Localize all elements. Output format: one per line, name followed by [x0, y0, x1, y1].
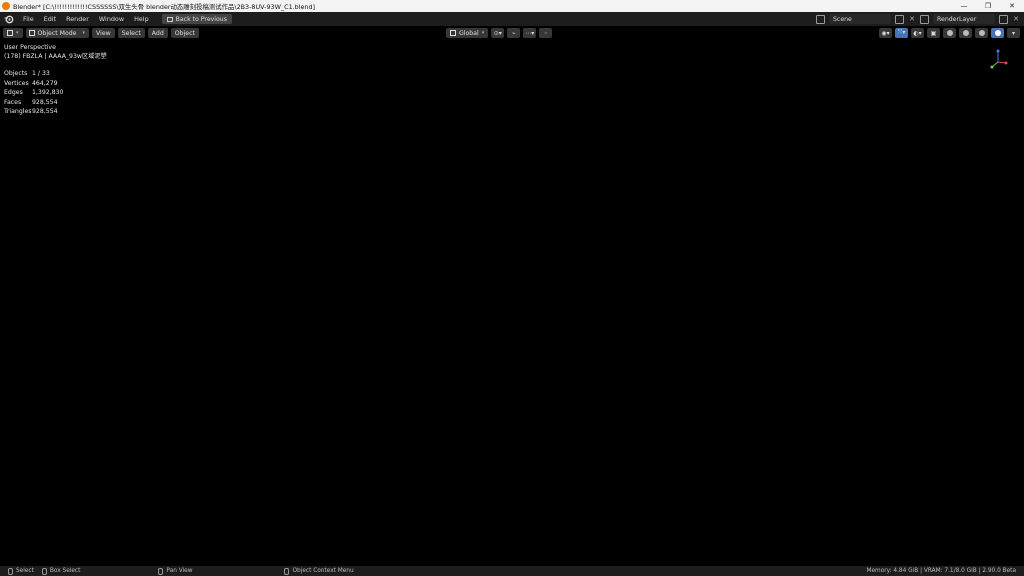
view-name: User Perspective — [4, 44, 56, 51]
viewport-display-tools: ◉▾ ⤧▾ ◐▾ ▣ ▾ — [879, 28, 1020, 38]
stat-value: 928,554 — [32, 108, 58, 115]
top-menu-bar: File Edit Render Window Help Back to Pre… — [0, 12, 1024, 26]
blender-app-icon — [2, 2, 10, 10]
mouse-drag-icon — [41, 567, 47, 575]
view-layer-field[interactable]: RenderLayer — [933, 14, 995, 24]
stat-row: Objects 1 / 33 — [4, 69, 64, 79]
stat-label: Triangles — [4, 108, 32, 115]
menu-view[interactable]: View — [92, 28, 115, 38]
hint-box-select-label: Box Select — [49, 568, 81, 574]
stat-row: Triangles 928,554 — [4, 107, 64, 117]
object-mode-dropdown[interactable]: Object Mode ▾ — [25, 28, 90, 38]
hint-context-menu: Object Context Menu — [284, 567, 354, 575]
stat-value: 928,554 — [32, 98, 58, 106]
stat-row: Vertices 464,279 — [4, 79, 64, 89]
menu-file[interactable]: File — [18, 12, 39, 26]
navigation-gizmo-icon[interactable] — [986, 48, 1010, 72]
3d-viewport[interactable] — [0, 26, 1024, 566]
hint-select: Select — [8, 567, 34, 575]
shading-options-dropdown[interactable]: ▾ — [1007, 28, 1020, 38]
material-shading-icon — [978, 30, 985, 36]
view-layer-icon[interactable] — [920, 14, 929, 24]
stat-row: Edges 1,392,830 — [4, 88, 64, 98]
shading-material-button[interactable] — [975, 28, 988, 38]
chevron-down-icon: ▾ — [481, 30, 485, 36]
maximize-button[interactable]: ❐ — [976, 0, 1000, 12]
scene-field[interactable]: Scene — [829, 14, 891, 24]
mouse-middle-icon — [158, 567, 164, 575]
shading-solid-button[interactable] — [959, 28, 972, 38]
chevron-down-icon: ▾ — [16, 30, 19, 36]
menu-select[interactable]: Select — [117, 28, 145, 38]
scene-selector-group: Scene ✕ RenderLayer ✕ — [816, 14, 1020, 24]
active-object-info: (178) FBZLA | AAAA_93w区域泥塑 — [4, 52, 107, 60]
remove-scene-icon[interactable]: ✕ — [908, 15, 916, 23]
viewport-header: ▾ Object Mode ▾ View Select Add Object G… — [0, 26, 1024, 40]
scene-statistics: Objects 1 / 33 Vertices 464,279 Edges 1,392… — [4, 69, 64, 117]
menu-edit[interactable]: Edit — [39, 12, 61, 26]
pivot-point-dropdown[interactable]: ⊙▾ — [491, 28, 505, 38]
copy-scene-icon[interactable] — [895, 14, 904, 24]
stat-label: Faces — [4, 98, 22, 106]
menu-object[interactable]: Object — [170, 28, 199, 38]
proportional-editing-toggle[interactable]: ◦ — [539, 28, 553, 38]
stat-value: 1 / 33 — [32, 70, 50, 77]
scene-icon[interactable] — [816, 14, 825, 24]
stat-value: 464,279 — [32, 79, 58, 87]
back-to-previous-label: Back to Previous — [175, 15, 227, 23]
window-titlebar: Blender* [C:\!!!!!!!!!!!!!CSSSSSS\双生头骨 b… — [0, 0, 1024, 12]
stat-label: Vertices — [4, 79, 29, 87]
object-mode-icon — [28, 30, 35, 36]
minimize-button[interactable]: — — [952, 0, 976, 12]
screen-icon — [166, 16, 173, 22]
wireframe-shading-icon — [946, 30, 953, 36]
status-bar: Select Box Select Pan View Object Contex… — [0, 566, 1024, 576]
orientation-icon — [450, 30, 456, 36]
stat-row: Faces 928,554 — [4, 98, 64, 108]
transform-tools: Global ▾ ⊙▾ ⌁ ⋯▾ ◦ — [446, 28, 553, 38]
back-to-previous-button[interactable]: Back to Previous — [161, 14, 232, 24]
stat-label: Objects — [4, 70, 28, 77]
shading-wireframe-button[interactable] — [943, 28, 956, 38]
menu-window[interactable]: Window — [94, 12, 129, 26]
sculpt-render — [40, 33, 908, 566]
mouse-left-icon — [8, 567, 13, 575]
menu-help[interactable]: Help — [129, 12, 154, 26]
hint-pan-view: Pan View — [158, 567, 193, 575]
editor-type-button[interactable]: ▾ — [3, 28, 23, 38]
remove-layer-icon[interactable]: ✕ — [1012, 15, 1020, 23]
snapping-dropdown[interactable]: ⋯▾ — [523, 28, 537, 38]
memory-info: Memory: 4.84 GiB | VRAM: 7.1/8.0 GiB | 2… — [866, 568, 1016, 574]
transform-orientation-dropdown[interactable]: Global ▾ — [446, 28, 489, 38]
mouse-right-icon — [284, 567, 290, 575]
close-button[interactable]: ✕ — [1000, 0, 1024, 12]
visibility-dropdown[interactable]: ◉▾ — [879, 28, 892, 38]
hint-pan-view-label: Pan View — [166, 568, 193, 574]
overlays-toggle[interactable]: ◐▾ — [911, 28, 924, 38]
window-controls: — ❐ ✕ — [952, 0, 1024, 12]
xray-toggle[interactable]: ▣ — [927, 28, 940, 38]
viewport-info: User Perspective (178) FBZLA | AAAA_93w区… — [4, 44, 107, 61]
window-title: Blender* [C:\!!!!!!!!!!!!!CSSSSSS\双生头骨 b… — [13, 2, 316, 11]
snap-toggle[interactable]: ⌁ — [507, 28, 521, 38]
stat-value: 1,392,830 — [32, 89, 64, 96]
stat-label: Edges — [4, 89, 23, 96]
chevron-down-icon: ▾ — [82, 30, 86, 36]
rendered-shading-icon — [994, 30, 1001, 36]
object-mode-label: Object Mode — [37, 29, 77, 37]
solid-shading-icon — [962, 30, 969, 36]
menu-render[interactable]: Render — [61, 12, 94, 26]
editor-type-icon — [7, 30, 13, 36]
copy-layer-icon[interactable] — [999, 14, 1008, 24]
gizmo-toggle[interactable]: ⤧▾ — [895, 28, 908, 38]
hint-select-label: Select — [16, 568, 34, 574]
shading-rendered-button[interactable] — [991, 28, 1004, 38]
hint-box-select: Box Select — [41, 567, 81, 575]
hint-context-menu-label: Object Context Menu — [292, 568, 354, 574]
menu-add[interactable]: Add — [147, 28, 168, 38]
transform-orientation-label: Global — [459, 29, 479, 37]
blender-logo-icon[interactable] — [4, 14, 14, 24]
